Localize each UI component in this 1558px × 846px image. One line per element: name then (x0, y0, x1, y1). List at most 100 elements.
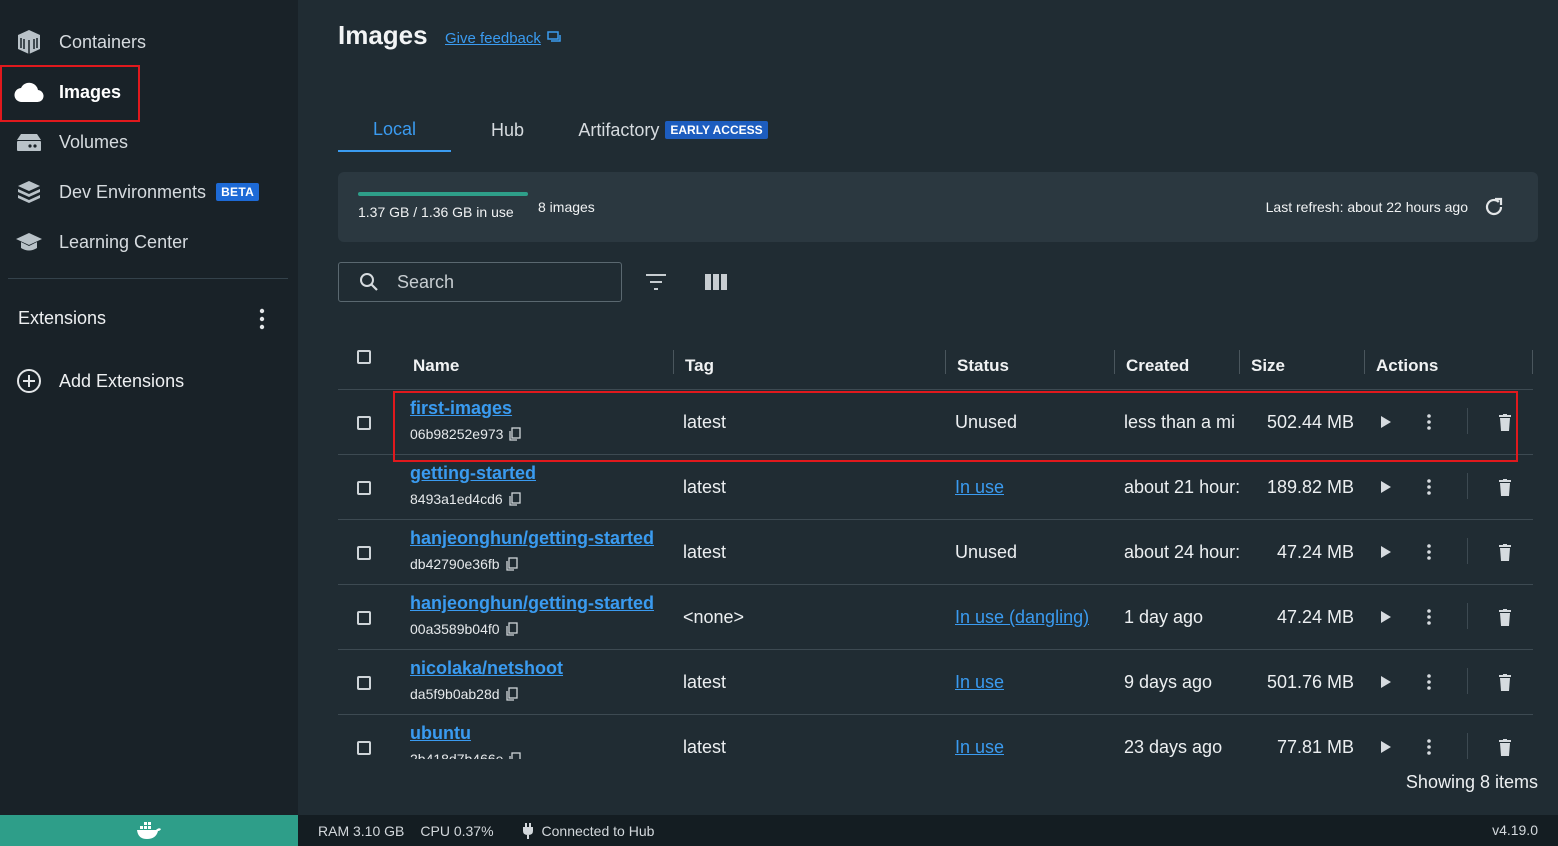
beta-badge: BETA (216, 183, 260, 201)
row-checkbox[interactable] (357, 546, 371, 560)
status-link[interactable]: In use (955, 477, 1004, 498)
row-checkbox[interactable] (357, 741, 371, 755)
action-separator (1467, 538, 1468, 564)
tag-cell: latest (683, 737, 727, 757)
copy-icon[interactable] (509, 752, 522, 759)
column-header-tag[interactable]: Tag (685, 356, 714, 376)
cloud-icon (14, 77, 44, 107)
more-options-icon[interactable] (1426, 739, 1432, 759)
sidebar-item-images[interactable]: Images (0, 68, 298, 116)
sidebar-item-containers[interactable]: Containers (0, 18, 298, 66)
image-name-link[interactable]: getting-started (410, 463, 536, 484)
row-checkbox[interactable] (357, 416, 371, 430)
sidebar-item-label: Images (59, 81, 122, 102)
delete-icon[interactable] (1498, 609, 1512, 632)
image-id: 06b98252e973 (410, 426, 522, 442)
column-header-actions: Actions (1376, 356, 1439, 375)
add-extensions-button[interactable]: Add Extensions (0, 357, 298, 405)
search-placeholder: Search (397, 271, 455, 292)
tab-hub[interactable]: Hub (451, 108, 564, 152)
image-name-link[interactable]: hanjeonghun/getting-started (410, 528, 654, 549)
image-id: 00a3589b04f0 (410, 621, 518, 637)
image-name-link[interactable]: nicolaka/netshoot (410, 658, 563, 679)
table-row[interactable]: hanjeonghun/getting-started db42790e36fb… (338, 520, 1533, 585)
tag-cell: latest (683, 477, 727, 497)
sidebar-item-dev-environments[interactable]: Dev Environments BETA (0, 168, 298, 216)
tab-local[interactable]: Local (338, 108, 451, 152)
run-icon[interactable] (1379, 674, 1393, 695)
tag-cell: latest (683, 542, 727, 562)
delete-icon[interactable] (1498, 544, 1512, 567)
disk-usage-text: 1.37 GB / 1.36 GB in use (358, 204, 514, 220)
status-link[interactable]: In use (955, 737, 1004, 758)
docker-whale-icon[interactable] (0, 815, 298, 846)
table-row[interactable]: nicolaka/netshoot da5f9b0ab28d latest In… (338, 650, 1533, 715)
more-options-icon[interactable] (1426, 479, 1432, 500)
image-id: db42790e36fb (410, 556, 518, 572)
row-checkbox[interactable] (357, 676, 371, 690)
volumes-icon (14, 127, 44, 157)
column-header-name[interactable]: Name (413, 356, 459, 376)
dev-env-icon (14, 177, 44, 207)
image-name-link[interactable]: hanjeonghun/getting-started (410, 593, 654, 614)
run-icon[interactable] (1379, 544, 1393, 565)
run-icon[interactable] (1379, 739, 1393, 759)
plug-icon (522, 822, 533, 839)
delete-icon[interactable] (1498, 414, 1512, 437)
copy-icon[interactable] (505, 687, 518, 701)
more-options-icon[interactable] (1426, 609, 1432, 630)
more-options-icon[interactable] (1426, 544, 1432, 565)
table-row[interactable]: first-images 06b98252e973 latest Unused … (338, 390, 1533, 455)
disk-usage-bar (358, 192, 528, 196)
image-name-link[interactable]: first-images (410, 398, 512, 419)
delete-icon[interactable] (1498, 739, 1512, 759)
status-link[interactable]: In use (955, 672, 1004, 693)
column-header-size[interactable]: Size (1251, 356, 1285, 376)
row-checkbox[interactable] (357, 481, 371, 495)
search-input[interactable]: Search (338, 262, 622, 302)
more-options-icon[interactable] (1426, 414, 1432, 435)
image-id-text: 06b98252e973 (410, 426, 504, 442)
created-cell: about 24 hour: (1124, 542, 1239, 562)
column-header-created[interactable]: Created (1126, 356, 1189, 376)
size-cell: 502.44 MB (1266, 412, 1354, 432)
sidebar-item-label: Learning Center (59, 231, 189, 252)
filter-icon[interactable] (644, 272, 668, 297)
action-separator (1467, 408, 1468, 434)
sidebar-item-learning-center[interactable]: Learning Center (0, 218, 298, 266)
copy-icon[interactable] (505, 622, 518, 636)
tab-artifactory[interactable]: Artifactory EARLY ACCESS (568, 108, 778, 152)
columns-icon[interactable] (704, 272, 728, 297)
plus-circle-icon (14, 366, 44, 396)
status-link[interactable]: In use (dangling) (955, 607, 1089, 628)
size-cell: 189.82 MB (1266, 477, 1354, 497)
run-icon[interactable] (1379, 609, 1393, 630)
size-cell: 77.81 MB (1276, 737, 1354, 757)
row-checkbox[interactable] (357, 611, 371, 625)
run-icon[interactable] (1379, 479, 1393, 500)
action-separator (1467, 603, 1468, 629)
sidebar-item-label: Volumes (59, 131, 129, 152)
table-header: Name Tag Status Created Size Actions (338, 340, 1533, 390)
refresh-icon[interactable] (1482, 195, 1506, 224)
delete-icon[interactable] (1498, 479, 1512, 502)
column-header-status[interactable]: Status (957, 356, 1009, 376)
extensions-menu-icon[interactable] (257, 307, 267, 336)
table-row[interactable]: getting-started 8493a1ed4cd6 latest In u… (338, 455, 1533, 520)
extensions-label: Extensions (18, 307, 107, 328)
table-row[interactable]: ubuntu 2b418d7b466e latest In use 23 day… (338, 715, 1533, 759)
created-cell: 1 day ago (1124, 607, 1204, 627)
graduation-cap-icon (14, 227, 44, 257)
table-row[interactable]: hanjeonghun/getting-started 00a3589b04f0… (338, 585, 1533, 650)
more-options-icon[interactable] (1426, 674, 1432, 695)
delete-icon[interactable] (1498, 674, 1512, 697)
run-icon[interactable] (1379, 414, 1393, 435)
give-feedback-link[interactable]: Give feedback (445, 30, 561, 47)
image-name-link[interactable]: ubuntu (410, 723, 471, 744)
copy-icon[interactable] (509, 427, 522, 441)
sidebar-item-volumes[interactable]: Volumes (0, 118, 298, 166)
copy-icon[interactable] (509, 492, 521, 506)
copy-icon[interactable] (505, 557, 518, 571)
table-body: first-images 06b98252e973 latest Unused … (298, 390, 1558, 759)
select-all-checkbox[interactable] (357, 350, 371, 364)
